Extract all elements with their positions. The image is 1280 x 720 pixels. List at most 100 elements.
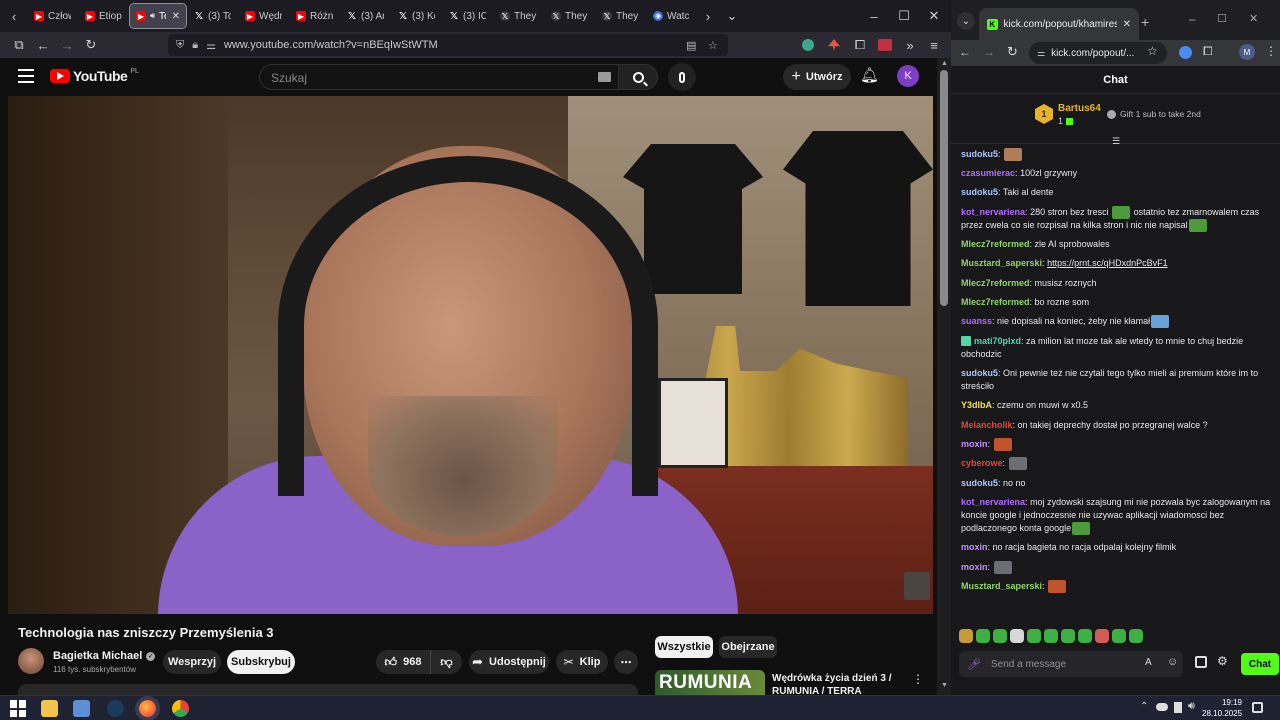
chat-emote-icon[interactable]	[1004, 147, 1023, 161]
search-input[interactable]: Szukaj	[271, 71, 307, 85]
site-info-icon[interactable]: ⚌	[1037, 48, 1045, 59]
more-actions-button[interactable]: ⋯	[614, 650, 638, 674]
subscribe-button[interactable]: Subskrybuj	[227, 650, 295, 674]
tab-search-icon[interactable]: ⌄	[957, 12, 975, 30]
clip-button[interactable]: ✂ Klip	[556, 650, 608, 674]
tray-volume-icon[interactable]: 🔊︎	[1188, 700, 1195, 713]
tray-cloud-icon[interactable]	[1156, 703, 1168, 711]
lock-icon[interactable]: 🔒︎	[192, 39, 198, 52]
chat-username[interactable]: Y3dlbA	[961, 400, 992, 410]
video-player[interactable]	[8, 96, 933, 614]
quick-emote-icon[interactable]	[993, 629, 1007, 643]
windows-start-icon[interactable]	[10, 700, 27, 717]
firefox-tab[interactable]: ▶ Różni	[290, 4, 339, 28]
chrome-taskbar-icon[interactable]	[172, 700, 189, 717]
chat-emote-icon[interactable]	[1151, 315, 1170, 329]
like-button[interactable]: 👍︎ 968	[376, 650, 430, 674]
support-button[interactable]: Wesprzyj	[163, 650, 221, 674]
file-explorer-icon[interactable]	[41, 700, 58, 717]
quick-emote-icon[interactable]	[1044, 629, 1058, 643]
search-button[interactable]	[618, 64, 658, 90]
channel-avatar[interactable]	[18, 648, 44, 674]
firefox-tab[interactable]: ▶ Wędr	[239, 4, 288, 28]
extension-badge-icon[interactable]	[878, 39, 892, 51]
quick-emote-icon[interactable]	[1112, 629, 1126, 643]
firefox-tab[interactable]: 𝕏 (3) IC	[443, 4, 492, 28]
bookmark-star-icon[interactable]: ☆	[1147, 44, 1158, 58]
firefox-tab[interactable]: 𝕏 They g	[596, 4, 645, 28]
quick-emote-icon[interactable]	[1027, 629, 1041, 643]
permissions-icon[interactable]: ⚌	[206, 39, 216, 52]
firefox-tab[interactable]: 𝕏 (3) To	[188, 4, 237, 28]
firefox-tab[interactable]: ▶ 🔊︎ Tec ✕	[129, 3, 187, 29]
create-button[interactable]: + Utwórz	[783, 64, 851, 90]
share-button[interactable]: ➦ Udostępnij	[469, 650, 549, 674]
firefox-tab[interactable]: ▶ Etiop	[79, 4, 128, 28]
quick-emote-icon[interactable]	[1095, 629, 1109, 643]
address-bar[interactable]: ⛨ 🔒︎ ⚌ www.youtube.com/watch?v=nBEqIwStW…	[168, 34, 728, 56]
close-window-icon[interactable]: ✕	[920, 0, 948, 32]
chat-username[interactable]: sudoku5	[961, 187, 998, 197]
more-tools-icon[interactable]: »	[902, 36, 918, 54]
chat-username[interactable]: Mlecz7reformed	[961, 278, 1030, 288]
chat-username[interactable]: Mlecz7reformed	[961, 297, 1030, 307]
quick-emote-icon[interactable]	[1129, 629, 1143, 643]
url-text[interactable]: kick.com/popout/...	[1051, 48, 1134, 59]
youtube-logo[interactable]: YouTube PL	[50, 68, 139, 84]
hamburger-menu-icon[interactable]	[18, 69, 34, 83]
back-icon[interactable]: ←	[34, 36, 52, 54]
chrome-tab-kick[interactable]: K kick.com/popout/khamires/cha ✕	[979, 8, 1139, 40]
chat-settings-gear-icon[interactable]: ⚙	[1217, 654, 1228, 668]
search-box[interactable]: Szukaj	[259, 64, 619, 90]
remote-desktop-icon[interactable]	[73, 700, 90, 717]
back-icon[interactable]: ←	[959, 45, 971, 59]
close-window-icon[interactable]: ✕	[1249, 12, 1258, 25]
gift-hint[interactable]: Gift 1 sub to take 2nd	[1107, 109, 1201, 119]
emoji-picker-icon[interactable]: ☺	[1167, 656, 1178, 668]
scrollbar-thumb[interactable]	[940, 70, 948, 306]
profile-avatar[interactable]: M	[1239, 44, 1255, 60]
clock[interactable]: 19:19 28.10.2025	[1202, 697, 1242, 719]
chat-username[interactable]: Musztard_saperski	[961, 258, 1042, 268]
chat-username[interactable]: moxin	[961, 562, 988, 572]
microphone-icon[interactable]: 🎤︎	[967, 658, 981, 671]
menu-icon[interactable]: ≡	[926, 36, 942, 54]
scroll-tabs-right-icon[interactable]: ›	[696, 0, 720, 32]
minimize-icon[interactable]: –	[860, 0, 888, 32]
steam-icon[interactable]	[107, 700, 124, 717]
firefox-tab[interactable]: 𝕏 (3) Ar	[341, 4, 390, 28]
chat-username[interactable]: kot_nervariena	[961, 497, 1025, 507]
extensions-icon[interactable]: ⧠	[852, 36, 868, 54]
chat-emote-icon[interactable]	[1188, 218, 1207, 232]
maximize-icon[interactable]: ☐	[1217, 12, 1227, 25]
description-box-edge[interactable]	[18, 684, 638, 695]
voice-search-button[interactable]	[668, 63, 696, 91]
chat-emote-icon[interactable]	[993, 560, 1012, 574]
chat-emote-icon[interactable]	[993, 437, 1012, 451]
firefox-tab[interactable]: 𝕏 They g	[545, 4, 594, 28]
chat-input-box[interactable]: 🎤︎ Send a message A ☺	[959, 651, 1183, 677]
quick-emote-icon[interactable]	[1061, 629, 1075, 643]
firefox-tab[interactable]: ▶ Człow	[28, 4, 77, 28]
quick-emote-icon[interactable]	[1078, 629, 1092, 643]
top-gifter-name[interactable]: Bartus64	[1058, 103, 1101, 114]
quick-emote-icon[interactable]	[1010, 629, 1024, 643]
close-tab-icon[interactable]: ✕	[172, 11, 180, 22]
chat-username[interactable]: moxin	[961, 439, 988, 449]
store-icon[interactable]	[1195, 656, 1207, 668]
chat-emote-icon[interactable]	[1072, 522, 1091, 536]
shield-icon[interactable]: ⛨	[176, 39, 184, 52]
reload-icon[interactable]: ↻	[82, 36, 100, 54]
send-chat-button[interactable]: Chat	[1241, 653, 1279, 675]
maximize-icon[interactable]: ☐	[890, 0, 918, 32]
reader-view-icon[interactable]: ▤	[686, 39, 696, 52]
tray-overflow-icon[interactable]: ⌃	[1140, 701, 1148, 712]
chat-emote-icon[interactable]	[1048, 580, 1067, 594]
url-text[interactable]: www.youtube.com/watch?v=nBEqIwStWTM	[224, 39, 438, 51]
quick-emote-icon[interactable]	[959, 629, 973, 643]
chat-username[interactable]: moxin	[961, 542, 988, 552]
chat-username[interactable]: Mlecz7reformed	[961, 239, 1030, 249]
close-tab-icon[interactable]: ✕	[1123, 19, 1131, 30]
chat-emote-icon[interactable]	[1112, 205, 1131, 219]
extension-icon[interactable]	[1179, 46, 1192, 59]
